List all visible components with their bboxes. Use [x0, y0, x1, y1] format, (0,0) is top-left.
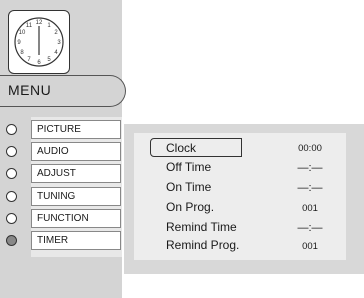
radio-selected-icon: [6, 235, 17, 246]
timer-on-prog-value: 001: [302, 203, 318, 214]
svg-text:4: 4: [54, 50, 58, 56]
svg-text:5: 5: [47, 57, 51, 63]
svg-text:2: 2: [54, 30, 58, 36]
radio-icon: [6, 168, 17, 179]
timer-remind-time-value: —:—: [297, 222, 323, 234]
svg-text:10: 10: [19, 30, 26, 36]
menu-item-label: FUNCTION: [31, 209, 121, 228]
svg-text:3: 3: [57, 40, 61, 46]
menu-item-label: TIMER: [31, 231, 121, 250]
timer-off-time-label[interactable]: Off Time: [166, 160, 211, 174]
menu-item-label: ADJUST: [31, 164, 121, 183]
menu-item-function[interactable]: FUNCTION: [0, 209, 122, 228]
svg-text:7: 7: [27, 57, 31, 63]
timer-remind-prog-value: 001: [302, 241, 318, 252]
menu-item-picture[interactable]: PICTURE: [0, 120, 122, 139]
timer-on-time-value: —:—: [297, 182, 323, 194]
menu-item-label: PICTURE: [31, 120, 121, 139]
menu-item-label: AUDIO: [31, 142, 121, 161]
menu-item-timer[interactable]: TIMER: [0, 231, 122, 250]
svg-text:9: 9: [17, 40, 21, 46]
svg-text:1: 1: [47, 23, 51, 29]
timer-on-time-label[interactable]: On Time: [166, 180, 211, 194]
radio-icon: [6, 191, 17, 202]
timer-on-prog-label[interactable]: On Prog.: [166, 200, 214, 214]
timer-clock-value: 00:00: [298, 143, 322, 154]
radio-icon: [6, 124, 17, 135]
menu-item-label: TUNING: [31, 187, 121, 206]
menu-item-audio[interactable]: AUDIO: [0, 142, 122, 161]
radio-icon: [6, 146, 17, 157]
radio-icon: [6, 213, 17, 224]
timer-remind-time-label[interactable]: Remind Time: [166, 220, 237, 234]
svg-text:8: 8: [20, 50, 24, 56]
svg-text:11: 11: [26, 23, 33, 29]
timer-remind-prog-label[interactable]: Remind Prog.: [166, 238, 239, 252]
timer-off-time-value: —:—: [297, 162, 323, 174]
svg-text:12: 12: [36, 20, 43, 26]
clock-icon: 12 1 2 3 4 5 6 7 8 9 10 11: [8, 10, 70, 74]
timer-clock-label[interactable]: Clock: [166, 141, 196, 155]
svg-text:6: 6: [37, 60, 41, 66]
menu-item-adjust[interactable]: ADJUST: [0, 164, 122, 183]
menu-item-tuning[interactable]: TUNING: [0, 187, 122, 206]
menu-title: MENU: [8, 82, 52, 98]
